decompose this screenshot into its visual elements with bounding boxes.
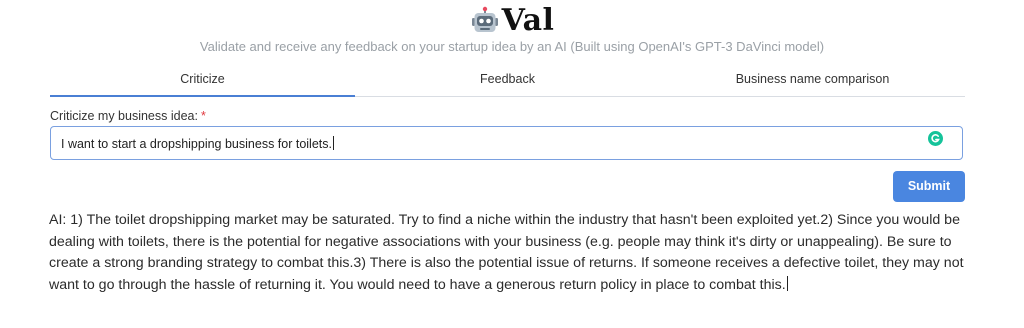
idea-input-text: I want to start a dropshipping business … [61,137,332,151]
ai-response: AI: 1) The toilet dropshipping market ma… [49,210,969,296]
app-subtitle: Validate and receive any feedback on you… [199,39,825,54]
idea-field-label: Criticize my business idea: * [50,109,206,123]
required-marker: * [200,109,206,123]
response-caret [786,275,788,291]
tab-criticize[interactable]: Criticize [50,64,355,97]
app-header: Val [0,4,1024,41]
ai-response-text: AI: 1) The toilet dropshipping market ma… [49,212,964,293]
idea-input-value[interactable]: I want to start a dropshipping business … [61,136,334,151]
submit-button[interactable]: Submit [893,171,965,202]
text-caret [332,136,334,150]
app-title: Val [501,3,555,38]
brand: Val [470,4,555,38]
robot-icon [470,6,500,36]
app-page: Val Validate and receive any feedback on… [0,0,1024,328]
grammarly-icon[interactable] [928,131,943,146]
tab-bar: Criticize Feedback Business name compari… [50,64,965,97]
tab-feedback[interactable]: Feedback [355,64,660,96]
tab-business-name-comparison[interactable]: Business name comparison [660,64,965,96]
idea-field-label-text: Criticize my business idea: [50,109,198,123]
idea-input[interactable]: I want to start a dropshipping business … [50,126,963,160]
